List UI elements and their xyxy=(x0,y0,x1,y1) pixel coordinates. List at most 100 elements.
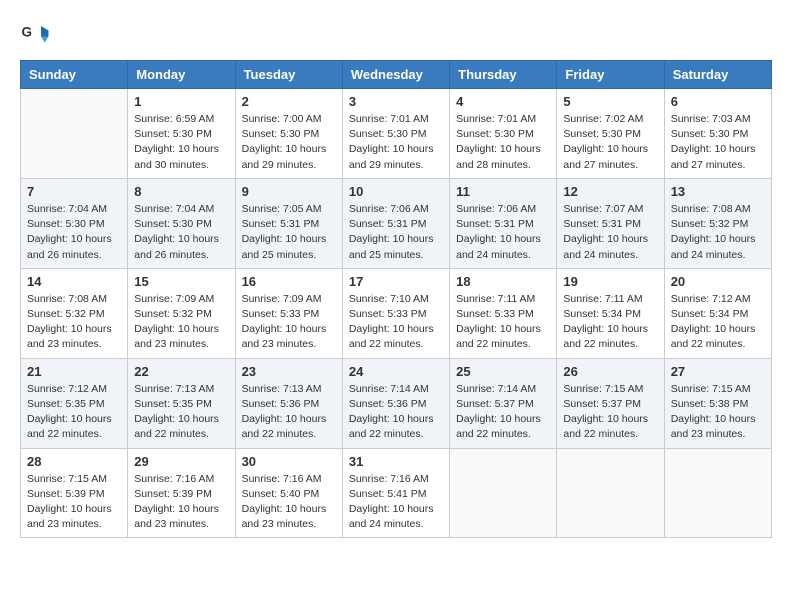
day-info: Sunrise: 7:01 AMSunset: 5:30 PMDaylight:… xyxy=(349,112,443,173)
day-info: Sunrise: 7:15 AMSunset: 5:38 PMDaylight:… xyxy=(671,382,765,443)
calendar-cell: 14 Sunrise: 7:08 AMSunset: 5:32 PMDayligh… xyxy=(21,268,128,358)
calendar-cell: 2Sunrise: 7:00 AMSunset: 5:30 PMDaylight… xyxy=(235,89,342,179)
weekday-header: Tuesday xyxy=(235,61,342,89)
day-number: 8 xyxy=(134,184,228,199)
page-header: G xyxy=(20,20,772,50)
calendar-week-row: 28 Sunrise: 7:15 AMSunset: 5:39 PMDayligh… xyxy=(21,448,772,538)
day-info: Sunrise: 7:12 AMSunset: 5:34 PMDaylight:… xyxy=(671,292,765,353)
calendar-cell: 8Sunrise: 7:04 AMSunset: 5:30 PMDaylight… xyxy=(128,178,235,268)
calendar-week-row: 14 Sunrise: 7:08 AMSunset: 5:32 PMDayligh… xyxy=(21,268,772,358)
day-info: Sunrise: 7:11 AMSunset: 5:33 PMDaylight:… xyxy=(456,292,550,353)
weekday-header: Monday xyxy=(128,61,235,89)
day-number: 4 xyxy=(456,94,550,109)
day-number: 28 xyxy=(27,454,121,469)
day-number: 30 xyxy=(242,454,336,469)
calendar-body: 1Sunrise: 6:59 AMSunset: 5:30 PMDaylight… xyxy=(21,89,772,538)
calendar-cell: 6 Sunrise: 7:03 AMSunset: 5:30 PMDaylight… xyxy=(664,89,771,179)
day-info: Sunrise: 7:05 AMSunset: 5:31 PMDaylight:… xyxy=(242,202,336,263)
day-number: 23 xyxy=(242,364,336,379)
calendar-cell: 26 Sunrise: 7:15 AMSunset: 5:37 PMDayligh… xyxy=(557,358,664,448)
day-number: 3 xyxy=(349,94,443,109)
calendar-cell: 19 Sunrise: 7:11 AMSunset: 5:34 PMDayligh… xyxy=(557,268,664,358)
calendar-cell: 17Sunrise: 7:10 AMSunset: 5:33 PMDayligh… xyxy=(342,268,449,358)
logo-icon: G xyxy=(20,20,50,50)
calendar-cell xyxy=(21,89,128,179)
day-info: Sunrise: 7:11 AMSunset: 5:34 PMDaylight:… xyxy=(563,292,657,353)
day-number: 5 xyxy=(563,94,657,109)
calendar-cell: 18Sunrise: 7:11 AMSunset: 5:33 PMDayligh… xyxy=(450,268,557,358)
day-info: Sunrise: 7:16 AMSunset: 5:40 PMDaylight:… xyxy=(242,472,336,533)
day-info: Sunrise: 7:09 AMSunset: 5:32 PMDaylight:… xyxy=(134,292,228,353)
day-info: Sunrise: 7:07 AMSunset: 5:31 PMDaylight:… xyxy=(563,202,657,263)
calendar-cell: 27 Sunrise: 7:15 AMSunset: 5:38 PMDayligh… xyxy=(664,358,771,448)
day-info: Sunrise: 7:14 AMSunset: 5:37 PMDaylight:… xyxy=(456,382,550,443)
day-number: 22 xyxy=(134,364,228,379)
calendar-cell: 21 Sunrise: 7:12 AMSunset: 5:35 PMDayligh… xyxy=(21,358,128,448)
day-info: Sunrise: 7:06 AMSunset: 5:31 PMDaylight:… xyxy=(456,202,550,263)
calendar-cell: 7 Sunrise: 7:04 AMSunset: 5:30 PMDaylight… xyxy=(21,178,128,268)
calendar-cell: 16 Sunrise: 7:09 AMSunset: 5:33 PMDayligh… xyxy=(235,268,342,358)
calendar-week-row: 7 Sunrise: 7:04 AMSunset: 5:30 PMDaylight… xyxy=(21,178,772,268)
calendar-cell xyxy=(450,448,557,538)
day-number: 14 xyxy=(27,274,121,289)
calendar-cell: 10 Sunrise: 7:06 AMSunset: 5:31 PMDayligh… xyxy=(342,178,449,268)
calendar-cell: 11 Sunrise: 7:06 AMSunset: 5:31 PMDayligh… xyxy=(450,178,557,268)
day-info: Sunrise: 7:02 AMSunset: 5:30 PMDaylight:… xyxy=(563,112,657,173)
svg-text:G: G xyxy=(22,25,33,40)
day-number: 20 xyxy=(671,274,765,289)
logo: G xyxy=(20,20,54,50)
day-info: Sunrise: 7:13 AMSunset: 5:35 PMDaylight:… xyxy=(134,382,228,443)
calendar-header-row: SundayMondayTuesdayWednesdayThursdayFrid… xyxy=(21,61,772,89)
calendar-cell: 30 Sunrise: 7:16 AMSunset: 5:40 PMDayligh… xyxy=(235,448,342,538)
day-number: 1 xyxy=(134,94,228,109)
calendar-cell: 15Sunrise: 7:09 AMSunset: 5:32 PMDayligh… xyxy=(128,268,235,358)
calendar-cell: 4 Sunrise: 7:01 AMSunset: 5:30 PMDaylight… xyxy=(450,89,557,179)
day-info: Sunrise: 7:15 AMSunset: 5:39 PMDaylight:… xyxy=(27,472,121,533)
day-info: Sunrise: 7:08 AMSunset: 5:32 PMDaylight:… xyxy=(27,292,121,353)
calendar-cell: 29Sunrise: 7:16 AMSunset: 5:39 PMDayligh… xyxy=(128,448,235,538)
weekday-header: Saturday xyxy=(664,61,771,89)
calendar-cell: 25 Sunrise: 7:14 AMSunset: 5:37 PMDayligh… xyxy=(450,358,557,448)
day-info: Sunrise: 7:03 AMSunset: 5:30 PMDaylight:… xyxy=(671,112,765,173)
calendar-table: SundayMondayTuesdayWednesdayThursdayFrid… xyxy=(20,60,772,538)
day-number: 11 xyxy=(456,184,550,199)
day-info: Sunrise: 7:12 AMSunset: 5:35 PMDaylight:… xyxy=(27,382,121,443)
day-number: 27 xyxy=(671,364,765,379)
day-number: 24 xyxy=(349,364,443,379)
day-number: 7 xyxy=(27,184,121,199)
day-info: Sunrise: 7:14 AMSunset: 5:36 PMDaylight:… xyxy=(349,382,443,443)
calendar-cell: 12 Sunrise: 7:07 AMSunset: 5:31 PMDayligh… xyxy=(557,178,664,268)
calendar-cell: 20 Sunrise: 7:12 AMSunset: 5:34 PMDayligh… xyxy=(664,268,771,358)
day-number: 21 xyxy=(27,364,121,379)
calendar-cell: 9Sunrise: 7:05 AMSunset: 5:31 PMDaylight… xyxy=(235,178,342,268)
weekday-header: Thursday xyxy=(450,61,557,89)
day-info: Sunrise: 7:10 AMSunset: 5:33 PMDaylight:… xyxy=(349,292,443,353)
day-number: 25 xyxy=(456,364,550,379)
calendar-cell: 5 Sunrise: 7:02 AMSunset: 5:30 PMDaylight… xyxy=(557,89,664,179)
day-info: Sunrise: 7:16 AMSunset: 5:41 PMDaylight:… xyxy=(349,472,443,533)
day-info: Sunrise: 7:13 AMSunset: 5:36 PMDaylight:… xyxy=(242,382,336,443)
day-number: 19 xyxy=(563,274,657,289)
calendar-cell: 23 Sunrise: 7:13 AMSunset: 5:36 PMDayligh… xyxy=(235,358,342,448)
day-number: 16 xyxy=(242,274,336,289)
day-number: 12 xyxy=(563,184,657,199)
day-info: Sunrise: 7:04 AMSunset: 5:30 PMDaylight:… xyxy=(27,202,121,263)
calendar-cell: 24 Sunrise: 7:14 AMSunset: 5:36 PMDayligh… xyxy=(342,358,449,448)
day-info: Sunrise: 7:00 AMSunset: 5:30 PMDaylight:… xyxy=(242,112,336,173)
weekday-header: Sunday xyxy=(21,61,128,89)
calendar-cell: 3 Sunrise: 7:01 AMSunset: 5:30 PMDaylight… xyxy=(342,89,449,179)
calendar-cell: 28 Sunrise: 7:15 AMSunset: 5:39 PMDayligh… xyxy=(21,448,128,538)
day-number: 10 xyxy=(349,184,443,199)
day-info: Sunrise: 7:15 AMSunset: 5:37 PMDaylight:… xyxy=(563,382,657,443)
day-info: Sunrise: 7:09 AMSunset: 5:33 PMDaylight:… xyxy=(242,292,336,353)
day-info: Sunrise: 7:08 AMSunset: 5:32 PMDaylight:… xyxy=(671,202,765,263)
calendar-cell: 31Sunrise: 7:16 AMSunset: 5:41 PMDayligh… xyxy=(342,448,449,538)
day-number: 6 xyxy=(671,94,765,109)
day-number: 26 xyxy=(563,364,657,379)
day-info: Sunrise: 7:01 AMSunset: 5:30 PMDaylight:… xyxy=(456,112,550,173)
day-info: Sunrise: 7:06 AMSunset: 5:31 PMDaylight:… xyxy=(349,202,443,263)
calendar-week-row: 1Sunrise: 6:59 AMSunset: 5:30 PMDaylight… xyxy=(21,89,772,179)
weekday-header: Friday xyxy=(557,61,664,89)
calendar-cell xyxy=(557,448,664,538)
day-number: 13 xyxy=(671,184,765,199)
